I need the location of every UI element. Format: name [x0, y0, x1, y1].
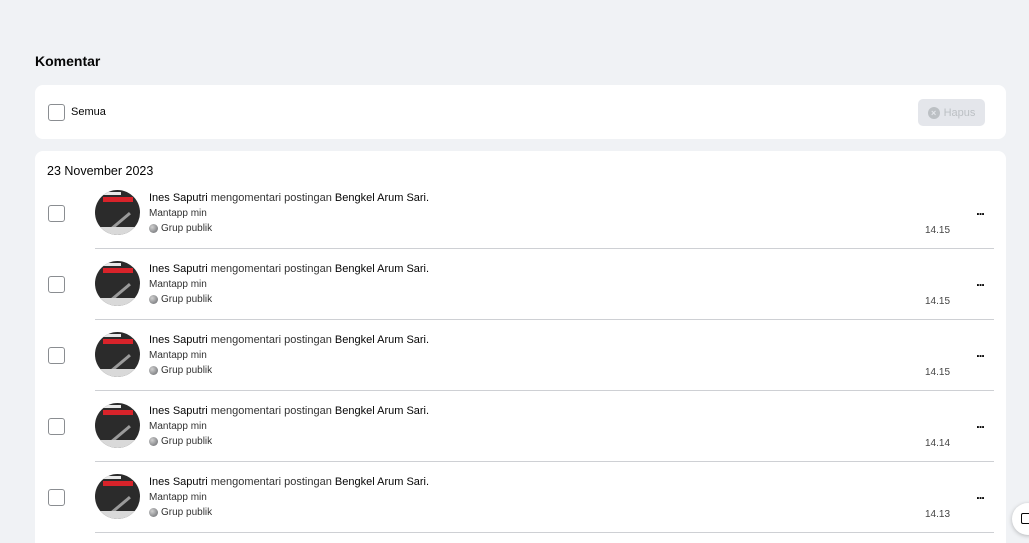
- more-options-icon[interactable]: ...: [971, 204, 989, 221]
- post-thumbnail[interactable]: [95, 474, 140, 519]
- activity-text[interactable]: Ines Saputri mengomentari postingan Beng…: [149, 192, 429, 204]
- comment-text: Mantapp min: [149, 350, 207, 361]
- audience-label: Grup publik: [161, 436, 213, 447]
- post-thumbnail[interactable]: [95, 403, 140, 448]
- delete-button[interactable]: × Hapus: [918, 99, 985, 126]
- post-thumbnail[interactable]: [95, 261, 140, 306]
- divider: [95, 319, 994, 320]
- item-checkbox[interactable]: [48, 347, 65, 364]
- more-options-icon[interactable]: ...: [971, 275, 989, 292]
- audience: Grup publik: [149, 507, 212, 518]
- list-item: Ines Saputri mengomentari postingan Beng…: [35, 329, 1006, 400]
- post-target: Bengkel Arum Sari.: [334, 476, 430, 488]
- comment-text: Mantapp min: [149, 208, 207, 219]
- timestamp: 14.15: [925, 296, 951, 307]
- divider: [95, 461, 994, 462]
- post-target: Bengkel Arum Sari.: [334, 192, 430, 204]
- date-heading: 23 November 2023: [47, 164, 154, 178]
- divider: [95, 532, 994, 533]
- author-name: Ines Saputri: [149, 405, 208, 417]
- post-target: Bengkel Arum Sari.: [334, 263, 430, 275]
- list-item: Ines Saputri mengomentari postingan Beng…: [35, 258, 1006, 329]
- comment-text: Mantapp min: [149, 492, 207, 503]
- audience-label: Grup publik: [161, 365, 213, 376]
- delete-button-label: Hapus: [943, 106, 976, 119]
- activity-verb: mengomentari postingan: [210, 476, 332, 488]
- select-all-label[interactable]: Semua: [71, 106, 106, 118]
- more-options-icon[interactable]: ...: [971, 417, 989, 434]
- list-item: Ines Saputri mengomentari postingan Beng…: [35, 400, 1006, 471]
- page-title: Komentar: [35, 53, 101, 69]
- divider: [95, 248, 994, 249]
- post-target: Bengkel Arum Sari.: [334, 334, 430, 346]
- activity-text[interactable]: Ines Saputri mengomentari postingan Beng…: [149, 405, 429, 417]
- item-checkbox[interactable]: [48, 418, 65, 435]
- activity-verb: mengomentari postingan: [210, 192, 332, 204]
- selection-toolbar: Semua × Hapus: [35, 85, 1006, 139]
- comments-page: Komentar Semua × Hapus 23 November 2023 …: [0, 0, 1029, 543]
- activity-verb: mengomentari postingan: [210, 405, 332, 417]
- globe-icon: [149, 508, 158, 517]
- globe-icon: [149, 437, 158, 446]
- timestamp: 14.14: [925, 438, 951, 449]
- list-item: Ines Saputri mengomentari postingan Beng…: [35, 187, 1006, 258]
- audience: Grup publik: [149, 436, 212, 447]
- post-target: Bengkel Arum Sari.: [334, 405, 430, 417]
- timestamp: 14.15: [925, 367, 951, 378]
- more-options-icon[interactable]: ...: [971, 488, 989, 505]
- item-checkbox[interactable]: [48, 276, 65, 293]
- timestamp: 14.15: [925, 225, 951, 236]
- comment-list: 23 November 2023 Ines Saputri mengomenta…: [35, 151, 1006, 543]
- audience-label: Grup publik: [161, 507, 213, 518]
- activity-verb: mengomentari postingan: [210, 263, 332, 275]
- more-options-icon[interactable]: ...: [971, 346, 989, 363]
- globe-icon: [149, 295, 158, 304]
- list-item: Ines Saputri mengomentari postingan Beng…: [35, 471, 1006, 542]
- globe-icon: [149, 224, 158, 233]
- audience-label: Grup publik: [161, 294, 213, 305]
- audience: Grup publik: [149, 223, 212, 234]
- activity-text[interactable]: Ines Saputri mengomentari postingan Beng…: [149, 263, 429, 275]
- item-checkbox[interactable]: [48, 205, 65, 222]
- globe-icon: [149, 366, 158, 375]
- select-all-checkbox[interactable]: [48, 104, 65, 121]
- close-circle-icon: ×: [927, 106, 940, 119]
- divider: [95, 390, 994, 391]
- author-name: Ines Saputri: [149, 263, 208, 275]
- activity-verb: mengomentari postingan: [210, 334, 332, 346]
- post-thumbnail[interactable]: [95, 190, 140, 235]
- compose-icon: [1021, 513, 1029, 524]
- comment-text: Mantapp min: [149, 279, 207, 290]
- timestamp: 14.13: [925, 509, 951, 520]
- item-checkbox[interactable]: [48, 489, 65, 506]
- new-message-button[interactable]: [1012, 503, 1029, 535]
- audience-label: Grup publik: [161, 223, 213, 234]
- author-name: Ines Saputri: [149, 476, 208, 488]
- post-thumbnail[interactable]: [95, 332, 140, 377]
- audience: Grup publik: [149, 294, 212, 305]
- comment-text: Mantapp min: [149, 421, 207, 432]
- audience: Grup publik: [149, 365, 212, 376]
- author-name: Ines Saputri: [149, 192, 208, 204]
- activity-text[interactable]: Ines Saputri mengomentari postingan Beng…: [149, 334, 429, 346]
- activity-text[interactable]: Ines Saputri mengomentari postingan Beng…: [149, 476, 429, 488]
- author-name: Ines Saputri: [149, 334, 208, 346]
